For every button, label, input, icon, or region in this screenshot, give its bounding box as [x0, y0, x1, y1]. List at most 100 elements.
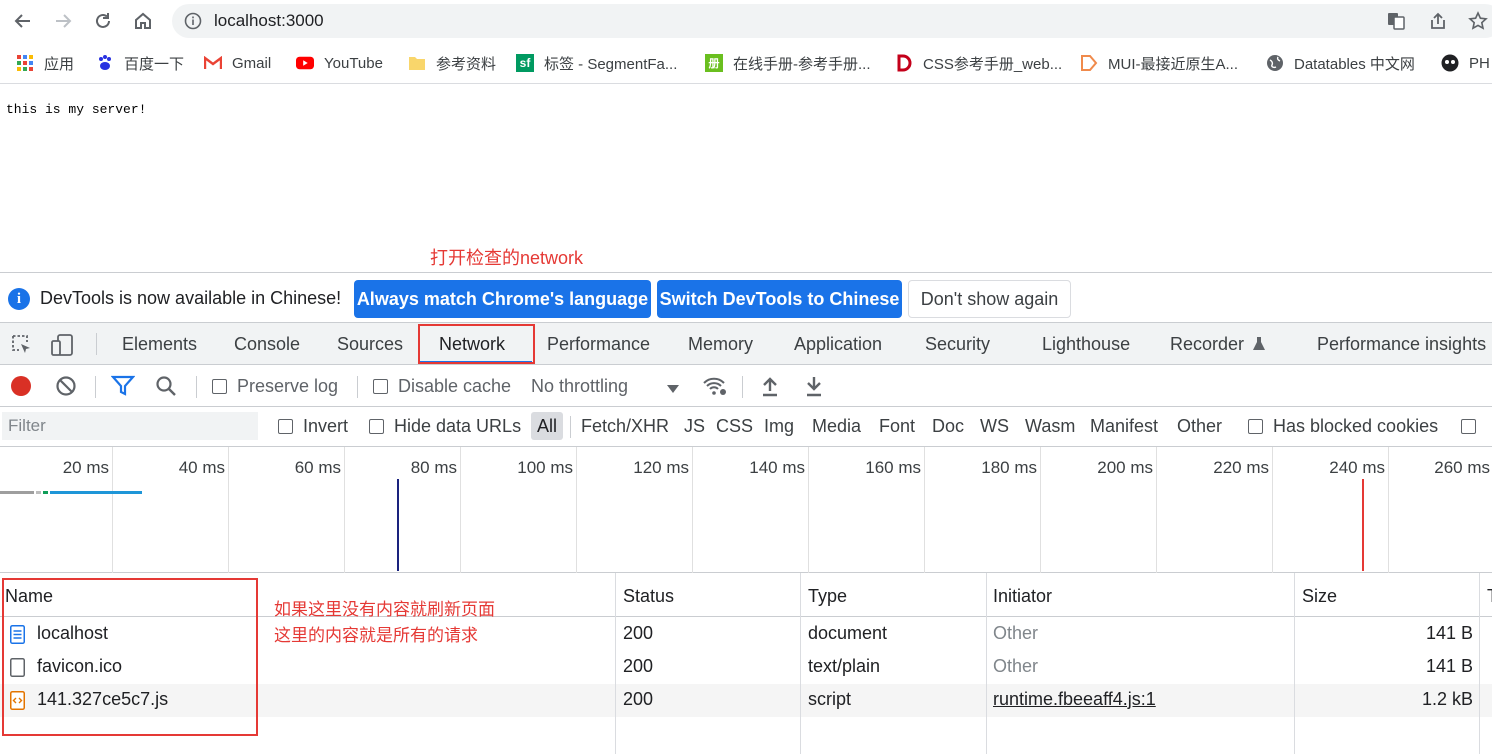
checkbox-box[interactable]: [278, 419, 293, 434]
preserve-log-checkbox[interactable]: Preserve log: [212, 376, 338, 397]
filter-type-ws[interactable]: WS: [980, 416, 1009, 437]
request-size: 1.2 kB: [1421, 689, 1473, 709]
record-icon[interactable]: [10, 375, 32, 402]
url-text[interactable]: localhost:3000: [214, 11, 324, 31]
baidu-paw-icon: [96, 54, 114, 72]
tick-label: 260 ms: [1434, 458, 1490, 477]
page-body-text: this is my server!: [6, 102, 147, 117]
manual-icon: 册: [705, 54, 723, 72]
bookmark-datatables[interactable]: Datatables 中文网: [1266, 52, 1415, 74]
tab-console[interactable]: Console: [234, 334, 300, 355]
share-icon[interactable]: [1428, 11, 1448, 36]
bookmark-ph[interactable]: PH: [1441, 52, 1490, 74]
bookmark-manual[interactable]: 册 在线手册-参考手册...: [705, 52, 871, 74]
tick-label: 220 ms: [1213, 458, 1269, 477]
network-conditions-icon[interactable]: [702, 375, 728, 402]
throttling-select[interactable]: No throttling: [531, 376, 628, 397]
bookmark-css-manual[interactable]: CSS参考手册_web...: [895, 52, 1062, 74]
switch-to-chinese-button[interactable]: Switch DevTools to Chinese: [657, 280, 902, 318]
filter-type-manifest[interactable]: Manifest: [1090, 416, 1158, 437]
checkbox-box[interactable]: [369, 419, 384, 434]
tab-performance[interactable]: Performance: [547, 334, 650, 355]
always-match-language-button[interactable]: Always match Chrome's language: [354, 280, 651, 318]
column-divider[interactable]: [800, 573, 801, 754]
import-har-icon[interactable]: [760, 375, 780, 402]
home-button[interactable]: [128, 6, 158, 36]
bookmark-folder-reference[interactable]: 参考资料: [408, 52, 496, 74]
tab-performance-insights[interactable]: Performance insights: [1317, 334, 1486, 355]
filter-type-wasm[interactable]: Wasm: [1025, 416, 1075, 437]
column-divider[interactable]: [1479, 573, 1480, 754]
filter-type-doc[interactable]: Doc: [932, 416, 964, 437]
filter-type-media[interactable]: Media: [812, 416, 861, 437]
checkbox-box[interactable]: [1461, 419, 1476, 434]
checkbox-box[interactable]: [373, 379, 388, 394]
bookmark-youtube[interactable]: YouTube: [296, 52, 383, 74]
network-overview-timeline[interactable]: 20 ms 40 ms 60 ms 80 ms 100 ms 120 ms 14…: [0, 447, 1492, 573]
tab-lighthouse[interactable]: Lighthouse: [1042, 334, 1130, 355]
column-header-time[interactable]: T: [1487, 586, 1492, 607]
tab-recorder[interactable]: Recorder: [1170, 334, 1244, 355]
tab-application[interactable]: Application: [794, 334, 882, 355]
tab-elements[interactable]: Elements: [122, 334, 197, 355]
export-har-icon[interactable]: [804, 375, 824, 402]
site-info-icon[interactable]: [184, 12, 202, 35]
column-divider[interactable]: [1294, 573, 1295, 754]
filter-type-js[interactable]: JS: [684, 416, 705, 437]
inspect-element-icon[interactable]: [10, 333, 34, 362]
bookmark-mui[interactable]: MUI-最接近原生A...: [1080, 52, 1238, 74]
tab-memory[interactable]: Memory: [688, 334, 753, 355]
forward-button[interactable]: [48, 6, 78, 36]
dont-show-again-button[interactable]: Don't show again: [908, 280, 1071, 318]
tick-label: 100 ms: [517, 458, 573, 477]
disable-cache-checkbox[interactable]: Disable cache: [373, 376, 511, 397]
bookmark-star-icon[interactable]: [1468, 11, 1488, 36]
back-button[interactable]: [8, 6, 38, 36]
filter-type-img[interactable]: Img: [764, 416, 794, 437]
disable-cache-label: Disable cache: [398, 376, 512, 396]
bookmark-gmail[interactable]: Gmail: [204, 52, 271, 74]
search-icon[interactable]: [155, 375, 177, 402]
arrow-right-icon: [56, 14, 72, 28]
column-divider[interactable]: [986, 573, 987, 754]
language-infobar: i DevTools is now available in Chinese! …: [0, 273, 1492, 323]
reload-button[interactable]: [88, 6, 118, 36]
request-status: 200: [623, 623, 654, 643]
filter-input[interactable]: Filter: [2, 412, 258, 440]
filter-type-css[interactable]: CSS: [716, 416, 753, 437]
request-size: 141 B: [1425, 623, 1473, 643]
grid-line: [576, 447, 577, 573]
divider: [742, 376, 743, 398]
bookmark-apps[interactable]: 应用: [16, 52, 74, 74]
address-bar[interactable]: localhost:3000: [172, 4, 1492, 38]
filter-funnel-icon[interactable]: [110, 375, 136, 402]
filter-type-fetch-xhr[interactable]: Fetch/XHR: [581, 416, 669, 437]
filter-type-all[interactable]: All: [531, 412, 563, 440]
bookmark-baidu[interactable]: 百度一下: [96, 52, 184, 74]
column-header-size[interactable]: Size: [1302, 586, 1337, 607]
device-toolbar-icon[interactable]: [50, 333, 76, 362]
invert-checkbox[interactable]: Invert: [278, 416, 348, 437]
checkbox-box[interactable]: [1248, 419, 1263, 434]
dropdown-arrow-icon[interactable]: [666, 381, 680, 399]
grid-line: [460, 447, 461, 573]
bookmark-segmentfault[interactable]: sf 标签 - SegmentFa...: [516, 52, 677, 74]
blocked-requests-checkbox[interactable]: [1461, 416, 1486, 437]
column-header-type[interactable]: Type: [808, 586, 847, 607]
clear-icon[interactable]: [55, 375, 77, 402]
checkbox-box[interactable]: [212, 379, 227, 394]
tab-security[interactable]: Security: [925, 334, 990, 355]
infobar-message: DevTools is now available in Chinese!: [40, 288, 342, 308]
request-initiator-link[interactable]: runtime.fbeeaff4.js:1: [993, 689, 1156, 710]
hide-data-urls-checkbox[interactable]: Hide data URLs: [369, 416, 521, 437]
tick-label: 40 ms: [178, 458, 225, 477]
column-header-status[interactable]: Status: [623, 586, 674, 607]
filter-type-font[interactable]: Font: [879, 416, 915, 437]
filter-type-other[interactable]: Other: [1177, 416, 1222, 437]
column-divider[interactable]: [615, 573, 616, 754]
tab-sources[interactable]: Sources: [337, 334, 403, 355]
has-blocked-cookies-checkbox[interactable]: Has blocked cookies: [1248, 416, 1438, 437]
column-header-initiator[interactable]: Initiator: [993, 586, 1052, 607]
invert-label: Invert: [303, 416, 349, 436]
translate-icon[interactable]: [1386, 11, 1406, 36]
